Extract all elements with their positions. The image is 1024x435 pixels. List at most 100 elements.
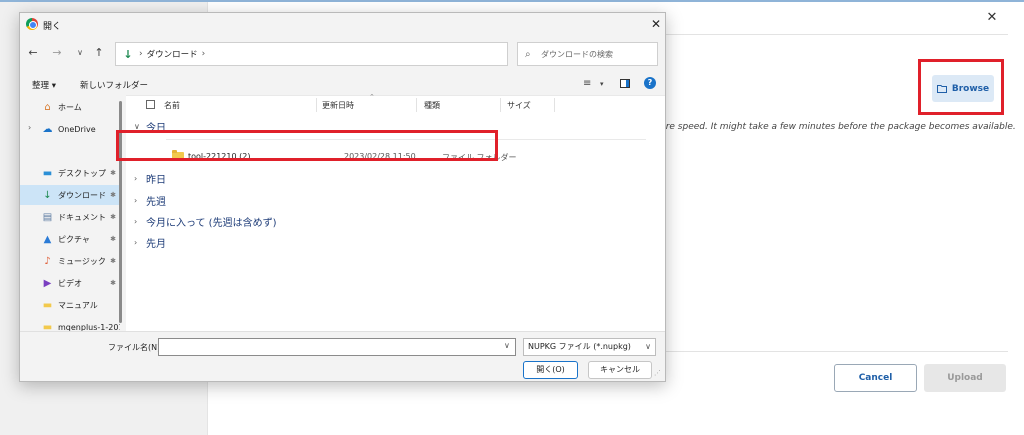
column-divider [416, 98, 417, 112]
chevron-right-icon: › [134, 216, 138, 226]
back-arrow-icon[interactable]: ← [25, 45, 41, 61]
column-header-modified[interactable]: 更新日時 [322, 100, 354, 111]
chevron-right-icon[interactable]: › [28, 123, 31, 132]
filename-field[interactable] [158, 338, 516, 356]
nav-item-label: ダウンロード [58, 190, 106, 200]
pin-icon: ✱ [110, 235, 116, 243]
folder-icon: ▬ [42, 321, 53, 332]
view-dropdown-icon[interactable]: ▾ [600, 80, 604, 88]
address-bar[interactable]: ↓ › ダウンロード › ∨ ↻ [115, 42, 597, 66]
group-label: 先月 [146, 238, 166, 250]
panel-footer-divider [656, 351, 1008, 352]
chevron-right-icon: › [134, 173, 138, 183]
pin-icon: ✱ [110, 257, 116, 265]
column-header-type[interactable]: 種類 [424, 100, 440, 111]
panel-header-divider [656, 34, 1008, 35]
dialog-title-bar: 開く ✕ [20, 13, 665, 37]
column-divider [554, 98, 555, 112]
pin-icon: ✱ [110, 279, 116, 287]
nav-item-home[interactable]: ⌂ ホーム [20, 97, 120, 117]
nav-item-label: マニュアル [58, 300, 98, 310]
dialog-footer: ファイル名(N): ∨ NUPKG ファイル (*.nupkg) ∨ 開く(O)… [20, 331, 665, 381]
folder-icon: ▬ [42, 299, 53, 311]
dialog-close-icon[interactable]: ✕ [648, 16, 664, 32]
group-label: 今月に入って (先週は含めず) [146, 217, 277, 229]
nav-item-music[interactable]: ♪ ミュージック ✱ [20, 251, 120, 271]
new-folder-button[interactable]: 新しいフォルダー [80, 79, 148, 91]
organize-menu-button[interactable]: 整理 ▾ [32, 79, 56, 91]
nav-item-label: ドキュメント [58, 212, 106, 222]
nav-item-pictures[interactable]: ▲ ピクチャ ✱ [20, 229, 120, 249]
nav-item-documents[interactable]: ▤ ドキュメント ✱ [20, 207, 120, 227]
group-this-month[interactable]: › 今月に入って (先週は含めず) [134, 213, 276, 229]
nav-item-videos[interactable]: ▶ ビデオ ✱ [20, 273, 120, 293]
recent-locations-chevron-icon[interactable]: ∨ [72, 45, 88, 61]
pin-icon: ✱ [110, 213, 116, 221]
desktop-icon: ▬ [42, 167, 53, 179]
filetype-select[interactable]: NUPKG ファイル (*.nupkg) ∨ [523, 338, 656, 356]
navigation-pane: ⌂ ホーム › ☁ OneDrive ▬ デスクトップ ✱ ↓ ダウンロード ✱… [20, 95, 125, 331]
cancel-button[interactable]: Cancel [834, 364, 917, 392]
pin-icon: ✱ [110, 169, 116, 177]
top-accent-line [0, 0, 1024, 2]
group-label: 昨日 [146, 174, 166, 186]
cloud-icon: ☁ [42, 123, 53, 135]
nav-item-onedrive[interactable]: › ☁ OneDrive [20, 119, 120, 139]
nav-item-downloads[interactable]: ↓ ダウンロード ✱ [20, 185, 120, 205]
file-row-highlight-box [116, 130, 498, 161]
resize-grip-icon[interactable]: ⋰ [654, 369, 662, 377]
filename-dropdown-icon[interactable]: ∨ [504, 341, 510, 350]
column-header-size[interactable]: サイズ [507, 100, 531, 111]
group-last-week[interactable]: › 先週 [134, 192, 166, 208]
panel-close-icon[interactable]: ✕ [984, 10, 1000, 26]
nav-item-desktop[interactable]: ▬ デスクトップ ✱ [20, 163, 120, 183]
dialog-title: 開く [43, 22, 62, 32]
column-divider [316, 98, 317, 112]
browse-label: Browse [951, 83, 990, 94]
open-button[interactable]: 開く(O) [523, 361, 578, 379]
video-icon: ▶ [43, 277, 52, 289]
document-icon: ▤ [42, 211, 53, 223]
breadcrumb-downloads[interactable]: ダウンロード [147, 48, 198, 60]
group-label: 先週 [146, 196, 166, 208]
preview-pane-icon[interactable] [620, 79, 630, 88]
browse-button[interactable]: Browse [932, 75, 994, 102]
chevron-right-icon: › [134, 195, 138, 205]
group-last-month[interactable]: › 先月 [134, 234, 166, 250]
nav-item-manual[interactable]: ▬ マニュアル [20, 295, 120, 315]
sort-ascending-icon: ⌃ [369, 93, 375, 101]
search-box[interactable]: ⌕ [517, 42, 658, 66]
music-icon: ♪ [44, 255, 51, 267]
group-yesterday[interactable]: › 昨日 [134, 170, 166, 186]
search-input[interactable] [541, 49, 651, 59]
forward-arrow-icon[interactable]: → [49, 45, 65, 61]
upload-description: ure speed. It might take a few minutes b… [660, 122, 1016, 132]
select-all-checkbox[interactable] [146, 100, 155, 109]
column-header-row: 名前 更新日時 ⌃ 種類 サイズ [126, 93, 665, 114]
upload-button: Upload [924, 364, 1006, 392]
nav-item-label: デスクトップ [58, 168, 106, 178]
column-header-name[interactable]: 名前 [164, 100, 180, 111]
pin-icon: ✱ [110, 191, 116, 199]
nav-item-label: mqenplus-1-201 [58, 322, 120, 332]
nav-item-label: OneDrive [58, 124, 96, 134]
dialog-cancel-button[interactable]: キャンセル [588, 361, 652, 379]
folder-icon [936, 85, 947, 93]
breadcrumb-separator-icon[interactable]: › [202, 49, 206, 59]
nav-item-label: ピクチャ [58, 234, 90, 244]
filename-label: ファイル名(N): [108, 343, 163, 352]
filetype-value: NUPKG ファイル (*.nupkg) [528, 342, 631, 351]
column-divider [500, 98, 501, 112]
breadcrumb-separator-icon[interactable]: › [139, 49, 143, 59]
chevron-right-icon: › [134, 237, 138, 247]
up-arrow-icon[interactable]: ↑ [91, 45, 107, 61]
nav-item-mqenplus[interactable]: ▬ mqenplus-1-201 [20, 317, 120, 332]
nav-item-label: ホーム [58, 102, 82, 112]
download-icon: ↓ [43, 189, 52, 201]
search-icon: ⌕ [525, 48, 531, 60]
chevron-down-icon: ∨ [645, 342, 651, 351]
help-icon[interactable]: ? [644, 77, 656, 89]
view-options-icon[interactable]: ≡ [583, 78, 591, 89]
home-icon: ⌂ [44, 101, 51, 113]
picture-icon: ▲ [43, 233, 52, 245]
